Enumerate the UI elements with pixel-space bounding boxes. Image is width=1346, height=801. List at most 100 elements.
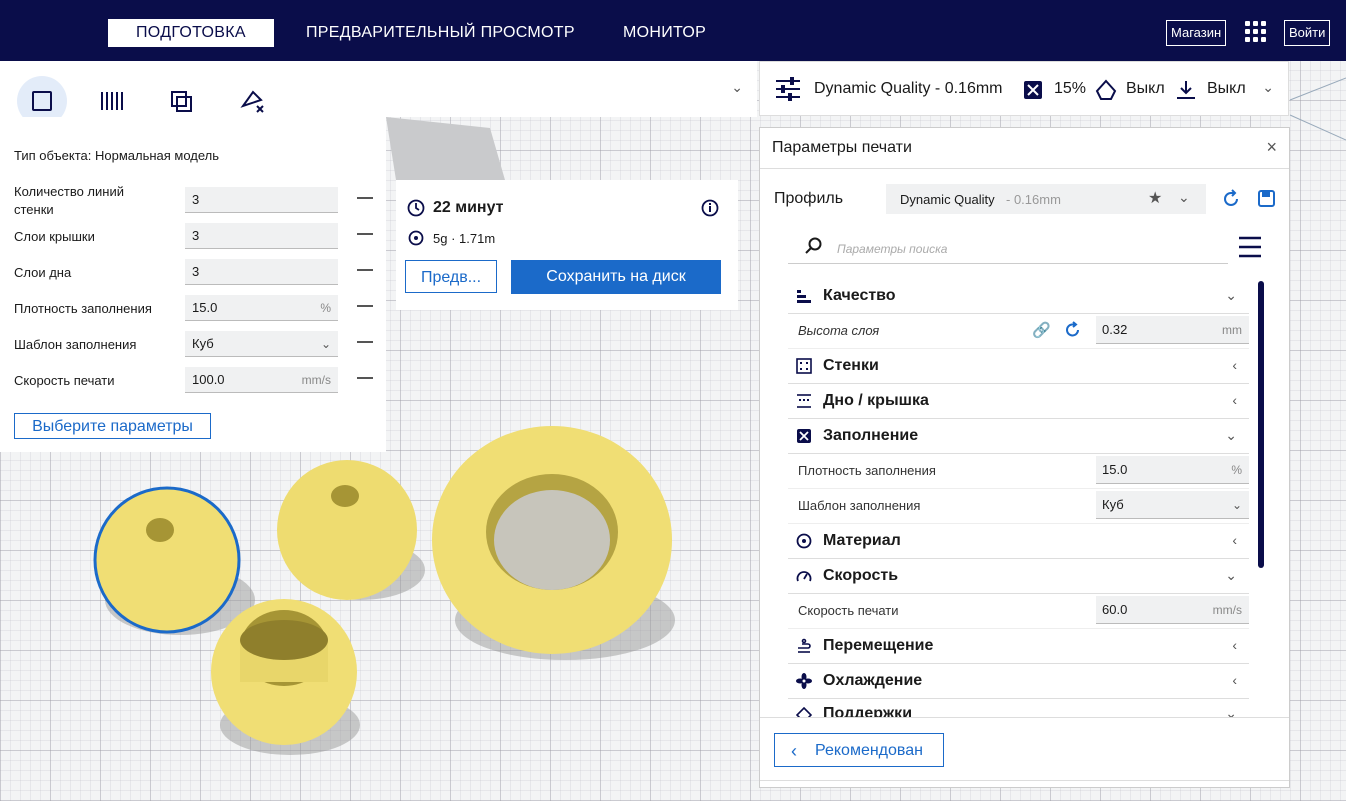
category-travel[interactable]: Перемещение ‹ [788,628,1249,664]
support-mesh-tool[interactable] [88,76,138,122]
support-icon [796,707,812,717]
print-setup-summary[interactable]: Dynamic Quality - 0.16mm 15% Выкл Выкл ⌄ [759,61,1289,116]
category-cooling[interactable]: Охлаждение ‹ [788,663,1249,699]
stage-prepare[interactable]: ПОДГОТОВКА [108,19,274,47]
field-value: 15.0 [1102,462,1128,477]
infill-pattern-label: Шаблон заполнения [14,337,137,352]
field-value: 3 [192,192,200,207]
profile-layer: - 0.16mm [1006,192,1061,207]
divider [760,780,1289,781]
remove-setting-icon[interactable] [357,377,373,379]
close-icon[interactable]: × [1266,137,1277,158]
bottom-layers-field[interactable]: 3 [185,259,338,285]
sliders-icon [776,77,800,101]
top-layers-field[interactable]: 3 [185,223,338,249]
remove-setting-icon[interactable] [357,269,373,271]
save-icon[interactable] [1258,190,1276,208]
clock-icon [407,199,425,217]
recommended-mode-button[interactable]: ‹ Рекомендован [774,733,944,767]
stage-preview[interactable]: ПРЕДВАРИТЕЛЬНЫЙ ПРОСМОТР [278,19,603,47]
setting-label: Высота слоя [798,323,880,338]
chevron-down-icon: ⌄ [731,79,743,95]
field-value: 60.0 [1102,602,1128,617]
setting-label: Шаблон заполнения [798,498,921,513]
profile-select[interactable]: Dynamic Quality - 0.16mm ★ ⌄ [886,184,1206,214]
category-name: Перемещение [823,637,934,654]
model-bead [211,599,357,745]
field-unit: mm [1222,323,1242,337]
model-bead-selected [93,486,241,634]
field-value: 3 [192,264,200,279]
category-walls[interactable]: Стенки ‹ [788,348,1249,384]
category-topbottom[interactable]: Дно / крышка ‹ [788,383,1249,419]
search-icon [805,237,822,254]
remove-setting-icon[interactable] [357,197,373,199]
wall-line-count-field[interactable]: 3 [185,187,338,213]
category-infill[interactable]: Заполнение ⌄ [788,418,1249,454]
chevron-left-icon: ‹ [1232,392,1237,408]
link-icon[interactable]: 🔗 [1032,321,1051,339]
chevron-down-icon: ⌄ [1178,189,1190,205]
settings-scrollbar[interactable] [1258,281,1264,568]
field-value: 15.0 [192,300,218,315]
anti-overhang-tool[interactable] [227,76,277,122]
reset-icon[interactable] [1064,321,1082,339]
signin-button[interactable]: Войти [1284,20,1331,46]
setting-print-speed: Скорость печати 60.0 mm/s [788,593,1249,629]
star-icon[interactable]: ★ [1148,188,1162,208]
info-icon[interactable] [701,199,719,217]
overlap-mesh-tool[interactable] [157,76,207,122]
save-to-disk-button[interactable]: Сохранить на диск [511,260,721,294]
apps-grid-icon[interactable] [1245,21,1267,43]
select-settings-button[interactable]: Выберите параметры [14,413,211,439]
infill-pattern-select[interactable]: Куб ⌄ [185,331,338,357]
stage-monitor[interactable]: МОНИТОР [595,19,734,47]
remove-setting-icon[interactable] [357,305,373,307]
bottom-layers-label: Слои дна [14,265,72,280]
travel-icon [798,638,811,653]
print-settings-header: Параметры печати × [760,128,1289,169]
menu-icon[interactable] [1238,236,1262,258]
print-speed-field[interactable]: 60.0 mm/s [1096,596,1249,624]
fan-icon [796,673,812,689]
layer-height-field[interactable]: 0.32 mm [1096,316,1249,344]
chevron-down-icon: ⌄ [1225,427,1237,443]
model-torus [432,426,672,654]
field-unit: % [320,301,331,315]
category-support[interactable]: Поддержки ⌄ [788,698,1249,717]
wall-line-count-label: Количество линий стенки [14,184,124,217]
category-name: Дно / крышка [823,392,929,409]
chevron-left-icon: ‹ [791,741,797,761]
print-speed-label: Скорость печати [14,373,115,388]
field-unit: % [1231,463,1242,477]
printer-material-selector[interactable]: ⌄ [386,61,757,117]
infill-density-field[interactable]: 15.0% [185,295,338,321]
preview-button[interactable]: Предв... [405,260,497,293]
field-unit: mm/s [1212,603,1242,617]
infill-summary: 15% [1054,80,1087,97]
category-name: Поддержки [823,705,913,717]
marketplace-button[interactable]: Магазин [1166,20,1227,46]
print-settings-panel: Параметры печати × Профиль Dynamic Quali… [759,127,1290,788]
chevron-left-icon: ‹ [1232,637,1237,653]
top-layers-label: Слои крышки [14,229,95,244]
setting-layer-height: Высота слоя 🔗 0.32 mm [788,313,1249,349]
category-speed[interactable]: Скорость ⌄ [788,558,1249,594]
print-speed-field[interactable]: 100.0 mm/s [185,367,338,393]
remove-setting-icon[interactable] [357,341,373,343]
header-bar: ПОДГОТОВКА ПРЕДВАРИТЕЛЬНЫЙ ПРОСМОТР МОНИ… [0,0,1346,61]
spool-icon [796,533,812,549]
category-material[interactable]: Материал ‹ [788,523,1249,559]
remove-setting-icon[interactable] [357,233,373,235]
field-value: 3 [192,228,200,243]
field-value: Куб [192,336,214,351]
infill-pattern-select[interactable]: Куб ⌄ [1096,491,1249,519]
setting-label: Скорость печати [798,603,899,618]
settings-search-input[interactable]: Параметры поиска [788,229,1228,264]
infill-density-field[interactable]: 15.0% [1096,456,1249,484]
support-summary: Выкл [1126,80,1165,97]
setting-infill-density: Плотность заполнения 15.0% [788,453,1249,489]
reset-icon[interactable] [1222,189,1242,209]
category-quality[interactable]: Качество ⌄ [788,278,1249,314]
chevron-down-icon: ⌄ [1225,567,1237,583]
